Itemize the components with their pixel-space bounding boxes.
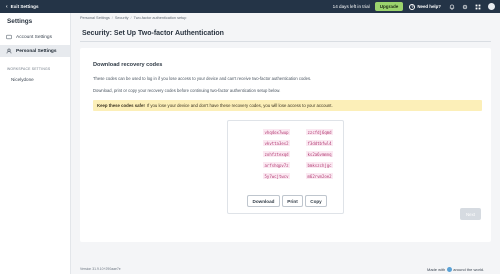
exit-settings-label: Exit Settings — [10, 4, 39, 9]
exit-settings-button[interactable]: ‹ Exit Settings — [0, 4, 39, 10]
warning-banner: Keep these codes safe! If you lose your … — [93, 100, 482, 111]
recovery-code: ks2a6vmmnq — [306, 151, 334, 157]
bell-icon[interactable] — [449, 4, 455, 10]
sidebar-item-account-settings[interactable]: Account Settings — [0, 31, 70, 43]
sidebar: Settings Account Settings Personal Setti… — [0, 13, 71, 274]
gear-icon[interactable] — [462, 4, 468, 10]
sidebar-title: Settings — [7, 18, 33, 25]
workspace-settings-heading: WORKSPACE SETTINGS — [7, 67, 51, 71]
recovery-code: vhq4ox7wup — [263, 129, 291, 135]
person-icon — [6, 48, 12, 54]
breadcrumb-separator: / — [111, 16, 113, 20]
breadcrumb-separator: / — [130, 16, 132, 20]
trial-status: 14 days left in trial — [332, 4, 370, 9]
page-title: Security: Set Up Two-factor Authenticati… — [82, 30, 224, 37]
recovery-code: f3ddtbfwl4 — [306, 140, 334, 146]
avatar[interactable] — [488, 3, 495, 10]
need-help-label: Need help? — [417, 4, 441, 9]
print-button[interactable]: Print — [282, 195, 303, 207]
divider — [80, 41, 491, 42]
breadcrumb-personal-settings[interactable]: Personal Settings — [80, 16, 110, 20]
recovery-code: 5y7wcjtwcv — [263, 173, 291, 179]
warning-text: If you lose your device and don't have t… — [146, 103, 333, 108]
warning-title: Keep these codes safe! — [97, 103, 145, 108]
card-description: These codes can be used to log in if you… — [93, 76, 312, 81]
sidebar-item-label: Account Settings — [16, 34, 52, 40]
breadcrumb: Personal Settings / Security / Two-facto… — [80, 16, 186, 20]
sidebar-item-personal-settings[interactable]: Personal Settings — [0, 45, 70, 57]
recovery-codes-card: Download recovery codes These codes can … — [80, 48, 491, 242]
breadcrumb-security[interactable]: Security — [115, 16, 129, 20]
grid-icon[interactable] — [475, 4, 481, 10]
made-suffix: around the world. — [453, 267, 485, 272]
next-button[interactable]: Next — [460, 208, 481, 220]
recovery-code: arfshqpv7z — [263, 162, 291, 168]
top-bar: ‹ Exit Settings 14 days left in trial Up… — [0, 0, 500, 13]
account-icon — [6, 34, 12, 40]
copy-button[interactable]: Copy — [305, 195, 327, 207]
recovery-code: m62rvm2oe2 — [306, 173, 334, 179]
sidebar-item-workspace[interactable]: Nicelydone — [11, 77, 70, 82]
card-heading: Download recovery codes — [93, 62, 163, 68]
upgrade-button[interactable]: Upgrade — [374, 2, 404, 11]
breadcrumb-current: Two-factor authentication setup — [133, 16, 187, 20]
recovery-code: zzcfdj6qmd — [306, 129, 334, 135]
card-instructions: Download, print or copy your recovery co… — [93, 88, 281, 93]
chevron-left-icon: ‹ — [6, 3, 8, 10]
globe-icon — [446, 267, 452, 272]
recovery-code: zohfztexqd — [263, 151, 291, 157]
need-help-button[interactable]: ? Need help? — [409, 3, 441, 10]
made-prefix: Made with — [427, 267, 446, 272]
recovery-code: bmkszchjgc — [306, 162, 334, 168]
download-button[interactable]: Download — [247, 195, 280, 207]
made-with-footer: Made with around the world. — [427, 267, 484, 272]
help-icon: ? — [409, 3, 416, 10]
main-content: Personal Settings / Security / Two-facto… — [71, 13, 500, 274]
version-text: Version 31.9.10+290aae7e — [80, 267, 121, 271]
sidebar-item-label: Personal Settings — [16, 48, 57, 54]
recovery-code: vkvtta3es2 — [263, 140, 291, 146]
